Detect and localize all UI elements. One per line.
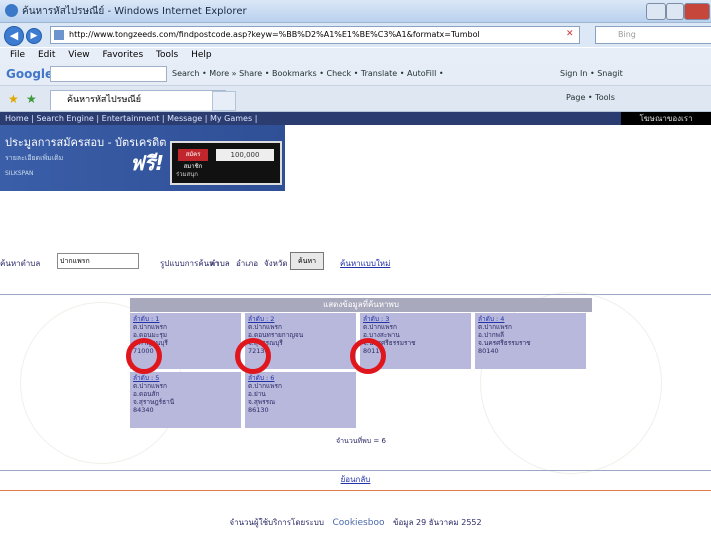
page-content: Home | Search Engine | Entertainment | M… — [0, 112, 711, 542]
result-line: จ.สุพรรณ — [248, 398, 276, 406]
result-number[interactable]: ลำดับ : 5 — [133, 374, 238, 382]
menu-help[interactable]: Help — [191, 50, 212, 60]
google-logo: Google — [6, 67, 54, 81]
menu-favorites[interactable]: Favorites — [102, 50, 143, 60]
result-cell: ลำดับ : 6 ต.ปากแพรก อ.ย่าน จ.สุพรรณ 8613… — [245, 372, 356, 428]
result-number[interactable]: ลำดับ : 2 — [248, 315, 353, 323]
result-number[interactable]: ลำดับ : 3 — [363, 315, 468, 323]
page-tools-menu[interactable]: Page • Tools — [566, 93, 615, 102]
search-placeholder: Bing — [618, 30, 636, 39]
results-total: จำนวนที่พบ = 6 — [336, 437, 386, 445]
result-line: จ.นครศรีธรรมราช — [478, 339, 531, 347]
banner-card-caption: ร่วมสนุก — [176, 171, 198, 178]
browser-tab[interactable]: ค้นหารหัสไปรษณีย์ — [50, 90, 226, 110]
banner-card-amount: 100,000 — [216, 149, 274, 161]
minimize-button[interactable] — [646, 3, 666, 20]
search-input[interactable]: ปากแพรก — [57, 253, 139, 269]
google-tools[interactable]: Search • More » Share • Bookmarks • Chec… — [172, 69, 444, 78]
footer-date: ข้อมูล 29 ธันวาคม 2552 — [393, 518, 482, 527]
option-province[interactable]: จังหวัด — [264, 257, 288, 270]
result-number[interactable]: ลำดับ : 1 — [133, 315, 238, 323]
new-tab-button[interactable] — [212, 91, 236, 111]
banner-card-label: สมัครสมาชิก — [178, 149, 208, 170]
google-toolbar: Google Search • More » Share • Bookmarks… — [0, 63, 711, 86]
results-table: แสดงข้อมูลที่ค้นหาพบ ลำดับ : 1 ต.ปากแพรก… — [126, 298, 592, 453]
address-bar[interactable]: http://www.tongzeeds.com/findpostcode.as… — [50, 26, 580, 44]
highlight-circle — [350, 338, 386, 374]
result-line: ต.ปากแพรก — [363, 323, 397, 331]
divider — [0, 490, 711, 491]
banner-sub: รายละเอียดเพิ่มเติม — [5, 154, 64, 162]
footer-prefix: จำนวนผู้ใช้บริการโดยระบบ — [229, 518, 324, 527]
result-line: อ.ย่าน — [248, 390, 266, 398]
result-line: อ.ดอนสัก — [133, 390, 160, 398]
menu-view[interactable]: View — [68, 50, 89, 60]
address-row: ◀ ▶ http://www.tongzeeds.com/findpostcod… — [0, 23, 711, 47]
result-number[interactable]: ลำดับ : 6 — [248, 374, 353, 382]
search-box[interactable]: Bing — [595, 26, 711, 44]
search-label: ค้นหาตำบล — [0, 259, 41, 268]
option-tumbol[interactable]: ตำบล — [210, 257, 230, 270]
back-link[interactable]: ย้อนกลับ — [0, 473, 711, 486]
menu-file[interactable]: File — [10, 50, 25, 60]
results-header: แสดงข้อมูลที่ค้นหาพบ — [130, 298, 592, 312]
option-amphoe[interactable]: อำเภอ — [236, 257, 258, 270]
ad-banner[interactable]: ประมูลการสมัครสอบ - บัตรเครดิต รายละเอีย… — [0, 125, 285, 191]
site-nav: Home | Search Engine | Entertainment | M… — [0, 112, 711, 125]
highlight-circle — [235, 338, 271, 374]
banner-brand: SILKSPAN — [5, 170, 34, 177]
result-zip: 80140 — [478, 347, 499, 355]
banner-free: ฟรี! — [130, 151, 165, 175]
result-line: อ.ปากพลี — [478, 331, 504, 339]
title-bar: ค้นหารหัสไปรษณีย์ - Windows Internet Exp… — [0, 0, 711, 23]
add-favorite-icon[interactable]: ★ — [26, 92, 37, 106]
divider — [0, 294, 711, 295]
browser-window: ค้นหารหัสไปรษณีย์ - Windows Internet Exp… — [0, 0, 711, 542]
search-form: ค้นหาตำบล ปากแพรก รูปแบบการค้นหา ตำบล อำ… — [0, 250, 711, 274]
result-line: อ.ดอนทรายกาญจน — [248, 331, 304, 339]
ie-logo-icon — [5, 4, 18, 17]
result-line: ต.ปากแพรก — [478, 323, 512, 331]
page-icon — [54, 30, 64, 40]
forward-icon[interactable]: ▶ — [26, 28, 42, 44]
tab-title: ค้นหารหัสไปรษณีย์ — [67, 95, 142, 105]
window-title: ค้นหารหัสไปรษณีย์ - Windows Internet Exp… — [22, 6, 247, 17]
result-cell: ลำดับ : 4 ต.ปากแพรก อ.ปากพลี จ.นครศรีธรร… — [475, 313, 586, 369]
result-number[interactable]: ลำดับ : 4 — [478, 315, 583, 323]
footer-brand[interactable]: Cookiesboo — [333, 518, 385, 528]
result-line: ต.ปากแพรก — [133, 323, 167, 331]
menu-tools[interactable]: Tools — [156, 50, 178, 60]
highlight-circle — [126, 338, 162, 374]
result-line: ต.ปากแพรก — [248, 382, 282, 390]
back-icon[interactable]: ◀ — [4, 26, 24, 46]
menu-bar: File Edit View Favorites Tools Help — [0, 48, 711, 63]
result-zip: 84340 — [133, 406, 154, 414]
site-nav-links[interactable]: Home | Search Engine | Entertainment | M… — [5, 112, 257, 125]
result-line: อ.บางสะพาน — [363, 331, 400, 339]
result-zip: 86130 — [248, 406, 269, 414]
maximize-button[interactable] — [666, 3, 684, 20]
stop-icon[interactable]: ✕ — [566, 29, 574, 39]
page-footer: จำนวนผู้ใช้บริการโดยระบบ Cookiesboo ข้อม… — [0, 516, 711, 529]
close-button[interactable] — [684, 3, 710, 20]
divider — [0, 470, 711, 471]
result-line: ต.ปากแพรก — [248, 323, 282, 331]
result-line: จ.สุราษฎร์ธานี — [133, 398, 175, 406]
google-signin[interactable]: Sign In • Snagit — [560, 69, 623, 78]
site-nav-right[interactable]: โฆษณาของเรา — [621, 112, 711, 125]
search-button[interactable]: ค้นหา — [290, 252, 324, 270]
banner-card: สมัครสมาชิก 100,000 ร่วมสนุก — [170, 141, 282, 185]
result-line: ต.ปากแพรก — [133, 382, 167, 390]
address-text: http://www.tongzeeds.com/findpostcode.as… — [69, 30, 480, 39]
star-icon[interactable]: ★ — [8, 92, 19, 106]
menu-edit[interactable]: Edit — [38, 50, 55, 60]
new-search-link[interactable]: ค้นหาแบบใหม่ — [340, 257, 390, 270]
result-cell: ลำดับ : 5 ต.ปากแพรก อ.ดอนสัก จ.สุราษฎร์ธ… — [130, 372, 241, 428]
favorites-bar: ★ ★ ค้นหารหัสไปรษณีย์ Page • Tools — [0, 86, 711, 112]
google-search-input[interactable] — [50, 66, 167, 82]
